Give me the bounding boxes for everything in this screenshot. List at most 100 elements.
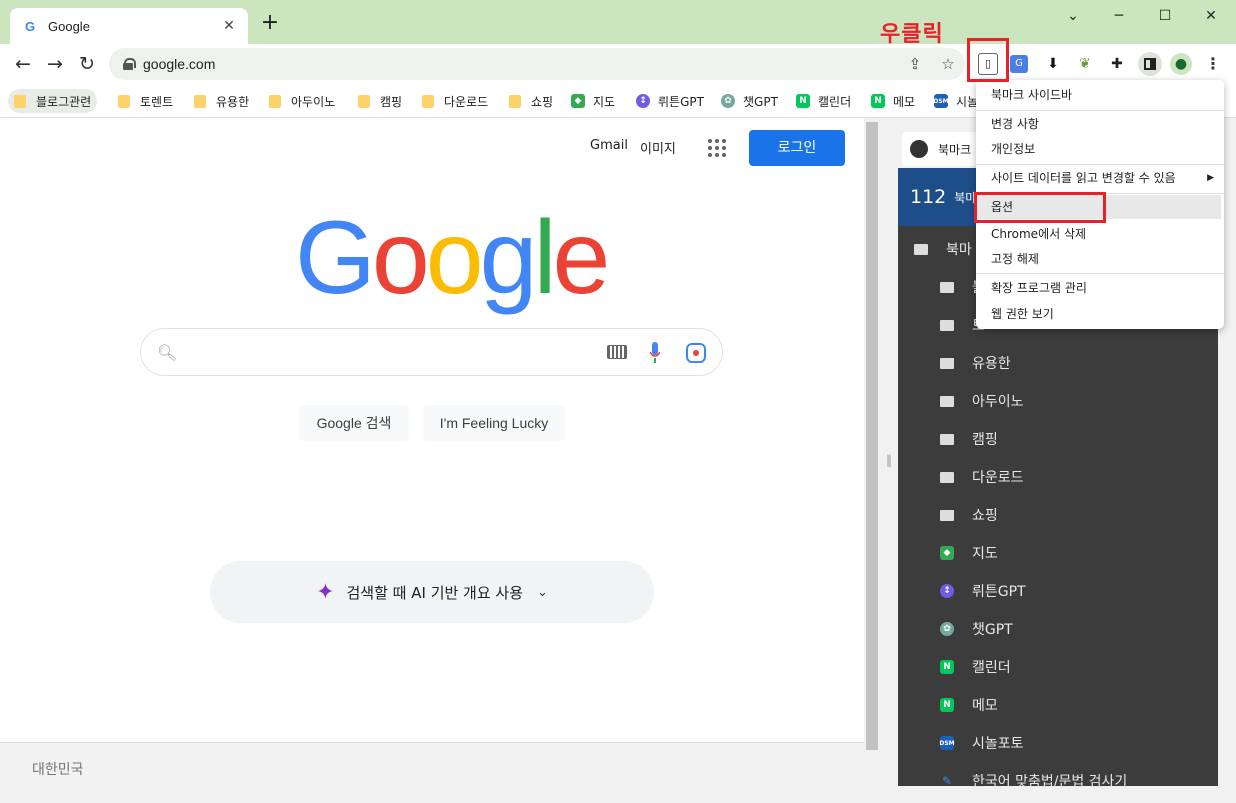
search-input[interactable]: 🔍︎ [140,328,723,376]
reload-button[interactable]: ↻ [75,52,99,76]
menu-item-view-permissions[interactable]: 웹 권한 보기 [976,302,1224,326]
google-search-button[interactable]: Google 검색 [299,405,409,441]
menu-item-bookmark-sidebar[interactable]: 북마크 사이드바 [976,83,1224,107]
extensions-puzzle-icon[interactable]: ✚ [1106,53,1128,75]
bookmark-folder[interactable]: 유용한 [188,89,255,113]
profile-avatar[interactable]: ● [1170,53,1192,75]
sidebar-item[interactable]: DSM 시놀포토 [898,724,1218,762]
sidebar-item[interactable]: N 메모 [898,686,1218,724]
side-panel-title: 북마크 [938,142,972,157]
new-tab-button[interactable]: + [260,12,280,34]
bookmark-chatgpt[interactable]: ✿ 챗GPT [715,89,784,113]
address-bar[interactable]: google.com ⇪ ☆ [109,48,965,80]
side-panel-resize-handle[interactable]: ‖ [880,118,898,803]
maps-icon: ◆ [940,546,954,560]
scrollbar-thumb[interactable] [866,122,878,750]
login-button[interactable]: 로그인 [749,130,845,166]
side-panel-toggle-icon[interactable] [1138,52,1162,76]
tab-search-button[interactable]: ⌄ [1050,4,1096,28]
sidebar-item[interactable]: 캠핑 [898,420,1218,458]
footer: 대한민국 [0,742,864,803]
bookmark-maps[interactable]: ◆ 지도 [565,89,621,113]
sidebar-item[interactable]: 유용한 [898,344,1218,382]
bookmark-folder[interactable]: 캠핑 [352,89,408,113]
menu-item-privacy[interactable]: 개인정보 [976,137,1224,161]
footer-country: 대한민국 [32,762,84,778]
sidebar-item[interactable]: ✎ 한국어 맞춤법/문법 검사기 [898,762,1218,800]
browser-tab[interactable]: G Google ✕ [10,8,248,44]
page-scrollbar[interactable] [864,118,880,803]
keyboard-icon[interactable] [607,345,627,359]
forward-button[interactable]: → [43,52,67,76]
chrome-menu-icon[interactable]: ⋮ [1202,53,1224,75]
sidebar-item[interactable]: ◆ 지도 [898,534,1218,572]
menu-divider [976,164,1224,165]
wrtn-icon: ↕ [636,94,650,108]
bookmark-star-icon[interactable]: ☆ [938,54,958,74]
folder-icon [509,94,521,108]
menu-divider [976,273,1224,274]
naver-icon: N [796,94,810,108]
feeling-lucky-button[interactable]: I'm Feeling Lucky [423,405,565,441]
sidebar-item[interactable]: N 캘린더 [898,648,1218,686]
bookmark-folder[interactable]: 다운로드 [416,89,494,113]
folder-icon [358,94,370,108]
bookmark-calendar[interactable]: N 캘린더 [790,89,857,113]
bookmark-folder[interactable]: 블로그관련 [8,89,98,113]
close-window-button[interactable]: ✕ [1188,4,1234,28]
menu-item-unpin[interactable]: 고정 해제 [976,247,1224,271]
sidebar-item[interactable]: ✿ 챗GPT [898,610,1218,648]
menu-divider [976,110,1224,111]
chevron-down-icon: ⌄ [537,584,548,600]
folder-icon [14,94,26,108]
plant-extension-icon[interactable]: ❦ [1074,53,1096,75]
google-favicon-icon: G [24,18,36,34]
sidebar-item[interactable]: 다운로드 [898,458,1218,496]
drag-handle-icon: ‖ [886,453,892,467]
sidebar-item[interactable]: ↕ 뤼튼GPT [898,572,1218,610]
bookmark-memo[interactable]: N 메모 [865,89,921,113]
bookmark-folder[interactable]: 토렌트 [112,89,179,113]
submenu-arrow-icon: ▶ [1207,173,1214,183]
google-logo: Google [295,200,610,316]
google-apps-icon[interactable] [708,139,726,157]
sidebar-item[interactable]: 쇼핑 [898,496,1218,534]
tab-title: Google [48,18,90,34]
bookmark-wrtn[interactable]: ↕ 뤼튼GPT [630,89,710,113]
url-text[interactable]: google.com [143,56,215,72]
bookmark-count: 112 [910,186,947,208]
folder-icon [422,94,434,108]
microphone-icon[interactable] [650,342,660,364]
menu-item-site-access[interactable]: 사이트 데이터를 읽고 변경할 수 있음 ▶ [976,166,1224,190]
folder-icon [940,433,954,445]
naver-icon: N [871,94,885,108]
back-button[interactable]: ← [11,52,35,76]
translate-extension-icon[interactable]: G [1010,55,1028,73]
close-tab-icon[interactable]: ✕ [220,17,238,35]
bookmark-folder[interactable]: 아두이노 [263,89,341,113]
maps-icon: ◆ [571,94,585,108]
search-icon: 🔍︎ [157,343,178,362]
menu-item-remove-from-chrome[interactable]: Chrome에서 삭제 [976,222,1224,246]
folder-icon [914,243,928,255]
right-click-annotation: 우클릭 [880,22,944,47]
highlight-box-options [974,192,1106,223]
wrtn-icon: ↕ [940,584,954,598]
sidebar-item[interactable]: 아두이노 [898,382,1218,420]
lens-icon[interactable] [686,343,706,363]
share-icon[interactable]: ⇪ [905,54,925,74]
dsm-icon: DSM [939,736,955,750]
bookmark-folder[interactable]: 쇼핑 [503,89,559,113]
minimize-button[interactable]: ─ [1096,4,1142,28]
lock-icon[interactable] [123,58,136,70]
menu-item-manage-extensions[interactable]: 확장 프로그램 관리 [976,276,1224,300]
menu-item-changes[interactable]: 변경 사항 [976,112,1224,136]
maximize-button[interactable]: ☐ [1142,4,1188,28]
folder-icon [940,319,954,331]
gmail-link[interactable]: Gmail [590,138,628,153]
ai-overview-toggle[interactable]: ✦ 검색할 때 AI 기반 개요 사용 ⌄ [210,561,654,623]
folder-icon [940,471,954,483]
highlight-box-extension [967,38,1009,82]
download-extension-icon[interactable]: ⬇ [1042,53,1064,75]
images-link[interactable]: 이미지 [640,138,676,157]
